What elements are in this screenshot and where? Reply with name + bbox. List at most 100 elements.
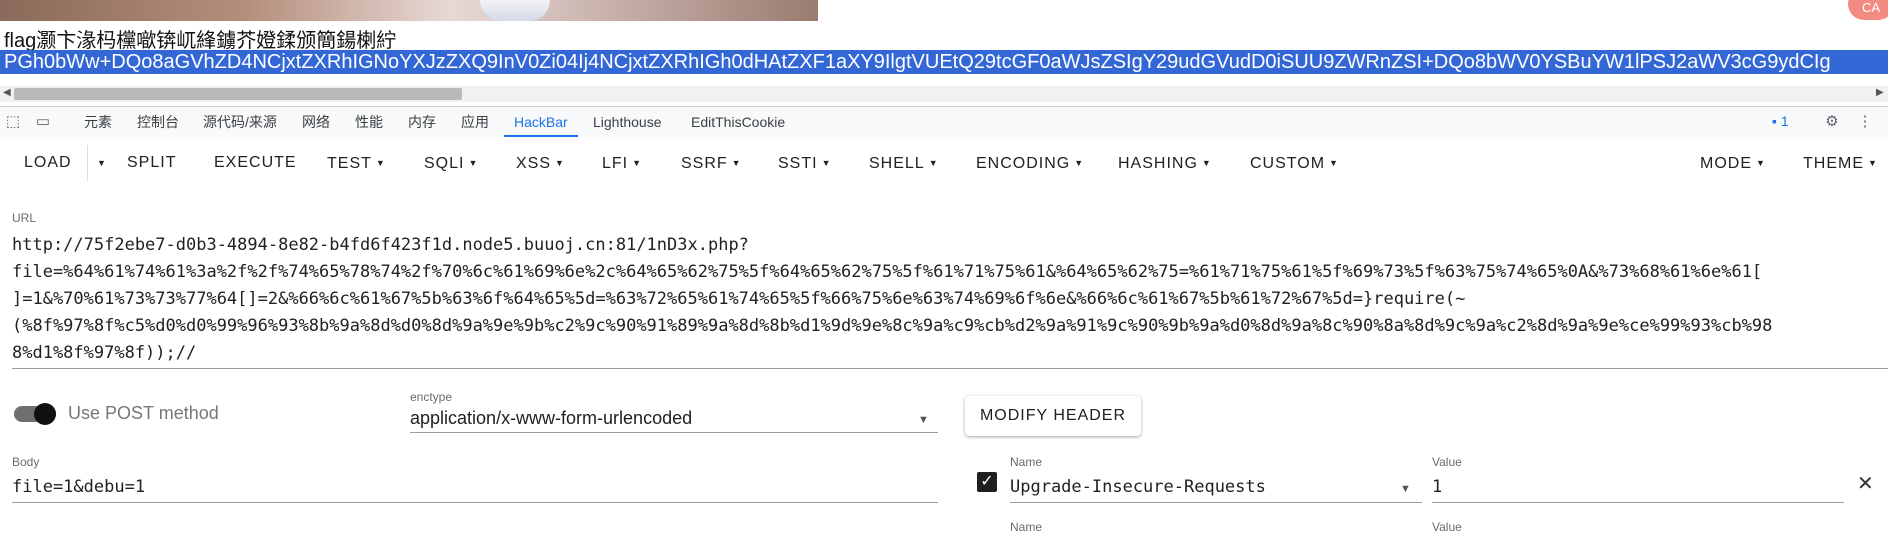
theme-label: THEME — [1803, 155, 1864, 172]
mode-menu-button[interactable]: MODE ▼ — [1700, 137, 1766, 189]
url-line: 8%d1%8f%97%8f));// — [12, 343, 197, 363]
tab-memory[interactable]: 内存 — [408, 107, 436, 137]
body-label: Body — [12, 455, 40, 469]
message-icon: ▪ — [1772, 113, 1777, 129]
chevron-down-icon: ▼ — [928, 158, 939, 168]
header-value-label: Value — [1432, 455, 1462, 469]
remove-header-icon[interactable]: ✕ — [1857, 471, 1874, 496]
ssrf-label: SSRF — [681, 155, 728, 172]
banner-figure — [480, 0, 550, 21]
header-name-label: Name — [1010, 455, 1043, 469]
header-value-label: Value — [1432, 520, 1462, 534]
header-value-underline — [1432, 502, 1844, 503]
chevron-down-icon: ▼ — [1329, 158, 1339, 168]
device-toggle-icon[interactable]: ▭ — [34, 113, 52, 131]
url-textarea[interactable]: http://75f2ebe7-d0b3-4894-8e82-b4fd6f423… — [12, 232, 1888, 367]
ssrf-menu-button[interactable]: SSRF ▼ — [681, 137, 742, 189]
modify-header-button[interactable]: MODIFY HEADER — [965, 396, 1141, 436]
enctype-label: enctype — [410, 390, 453, 404]
header-name-label: Name — [1010, 520, 1043, 534]
xss-menu-button[interactable]: XSS ▼ — [516, 137, 565, 189]
test-menu-button[interactable]: TEST ▼ — [327, 137, 386, 189]
chevron-down-icon: ▼ — [821, 158, 832, 168]
test-label: TEST — [327, 155, 372, 172]
post-method-label: Use POST method — [68, 403, 219, 423]
enctype-underline — [410, 432, 938, 433]
lfi-label: LFI — [602, 155, 629, 172]
tab-application[interactable]: 应用 — [461, 107, 489, 137]
chevron-down-icon[interactable]: ▼ — [918, 414, 929, 426]
selected-base64-text[interactable]: PGh0bWw+DQo8aGVhZD4NCjxtZXRhIGNoYXJzZXQ9… — [0, 50, 1888, 74]
body-input[interactable]: file=1&debu=1 — [12, 477, 145, 497]
chevron-down-icon: ▼ — [1201, 158, 1212, 168]
flag-message-text: flag灏卞湪杩欓噷锛屼綘鐪芥嬁鍒颁簡鍚楋紵 — [4, 30, 397, 52]
scroll-right-icon[interactable]: ▶ — [1876, 87, 1884, 98]
encoding-menu-button[interactable]: ENCODING ▼ — [976, 137, 1084, 189]
url-line: file=%64%61%74%61%3a%2f%2f%74%65%78%74%2… — [12, 262, 1763, 282]
shell-label: SHELL — [869, 155, 925, 172]
header-value-input[interactable]: 1 — [1432, 477, 1442, 497]
chevron-down-icon: ▼ — [555, 158, 565, 168]
load-dropdown-icon[interactable]: ▼ — [93, 137, 107, 189]
inspected-page: CA flag灏卞湪杩欓噷锛屼綘鐪芥嬁鍒颁簡鍚楋紵 PGh0bWw+DQo8aG… — [0, 0, 1888, 106]
message-count-badge[interactable]: ▪ 1 — [1772, 113, 1789, 129]
toggle-knob — [34, 403, 56, 425]
post-method-toggle[interactable] — [14, 403, 56, 425]
split-button[interactable]: SPLIT — [127, 137, 176, 189]
horizontal-scrollbar[interactable]: ◀ ▶ — [0, 86, 1888, 102]
chevron-down-icon: ▼ — [1074, 158, 1085, 168]
tab-editthiscookie[interactable]: EditThisCookie — [691, 107, 785, 137]
custom-label: CUSTOM — [1250, 155, 1326, 172]
tab-network[interactable]: 网络 — [302, 107, 330, 137]
sqli-menu-button[interactable]: SQLI ▼ — [424, 137, 478, 189]
hashing-label: HASHING — [1118, 155, 1198, 172]
corner-floating-button[interactable]: CA — [1848, 0, 1888, 20]
message-count: 1 — [1780, 113, 1789, 129]
chevron-down-icon: ▼ — [375, 158, 386, 168]
url-field-underline — [12, 368, 1888, 369]
chevron-down-icon: ▼ — [731, 158, 742, 168]
url-label: URL — [12, 211, 37, 225]
url-line: http://75f2ebe7-d0b3-4894-8e82-b4fd6f423… — [12, 235, 749, 255]
tab-performance[interactable]: 性能 — [355, 107, 383, 137]
tab-sources[interactable]: 源代码/来源 — [203, 107, 277, 137]
body-underline — [12, 502, 938, 503]
anime-banner-image — [0, 0, 818, 21]
execute-button[interactable]: EXECUTE — [214, 137, 297, 189]
custom-menu-button[interactable]: CUSTOM ▼ — [1250, 137, 1339, 189]
header-enabled-checkbox[interactable]: ✓ — [977, 472, 997, 492]
chevron-down-icon[interactable]: ▼ — [1400, 483, 1411, 495]
more-vertical-icon[interactable]: ⋮ — [1856, 113, 1874, 131]
ssti-label: SSTI — [778, 155, 818, 172]
chevron-down-icon: ▼ — [468, 158, 479, 168]
mode-label: MODE — [1700, 155, 1752, 172]
shell-menu-button[interactable]: SHELL ▼ — [869, 137, 939, 189]
tab-console[interactable]: 控制台 — [137, 107, 179, 137]
toolbar-divider — [87, 145, 88, 181]
ssti-menu-button[interactable]: SSTI ▼ — [778, 137, 831, 189]
chevron-down-icon: ▼ — [1868, 158, 1878, 168]
encoding-label: ENCODING — [976, 155, 1071, 172]
header-name-underline — [1010, 502, 1422, 503]
load-button[interactable]: LOAD — [24, 137, 72, 189]
header-name-select[interactable]: Upgrade-Insecure-Requests — [1010, 477, 1266, 497]
scrollbar-thumb[interactable] — [14, 88, 462, 100]
chevron-down-icon: ▼ — [1756, 158, 1766, 168]
chevron-down-icon: ▼ — [632, 158, 643, 168]
tab-elements[interactable]: 元素 — [84, 107, 112, 137]
lfi-menu-button[interactable]: LFI ▼ — [602, 137, 642, 189]
tab-lighthouse[interactable]: Lighthouse — [593, 107, 662, 137]
enctype-select[interactable]: application/x-www-form-urlencoded — [410, 408, 692, 429]
devtools-tabbar: ⬚ ▭ 元素 控制台 源代码/来源 网络 性能 内存 应用 HackBar Li… — [0, 106, 1888, 138]
url-line: ]=1&%70%61%73%73%77%64[]=2&%66%6c%61%67%… — [12, 289, 1466, 309]
settings-gear-icon[interactable]: ⚙ — [1823, 113, 1841, 131]
sqli-label: SQLI — [424, 155, 465, 172]
url-line: (%8f%97%8f%c5%d0%d0%99%96%93%8b%9a%8d%d0… — [12, 316, 1773, 336]
hackbar-toolbar: LOAD ▼ SPLIT EXECUTE TEST ▼ SQLI ▼ XSS ▼ LF… — [0, 137, 1888, 189]
scroll-left-icon[interactable]: ◀ — [3, 87, 11, 98]
tab-hackbar[interactable]: HackBar — [504, 107, 578, 137]
theme-menu-button[interactable]: THEME ▼ — [1803, 137, 1878, 189]
hashing-menu-button[interactable]: HASHING ▼ — [1118, 137, 1212, 189]
inspect-icon[interactable]: ⬚ — [4, 113, 22, 131]
xss-label: XSS — [516, 155, 552, 172]
